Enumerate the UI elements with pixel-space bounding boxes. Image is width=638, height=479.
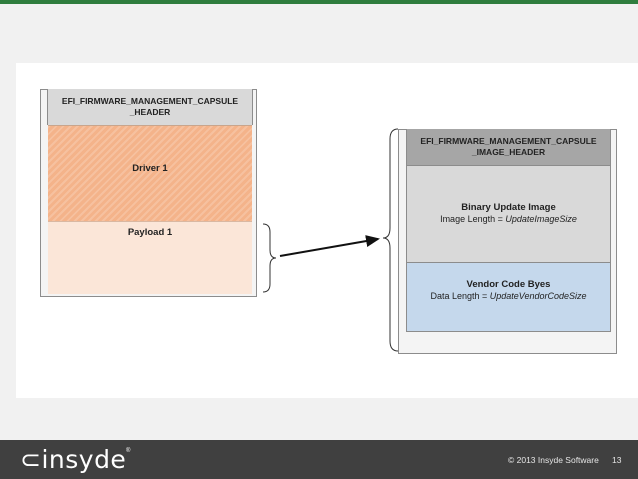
payload-brace bbox=[262, 223, 277, 293]
mapping-arrow bbox=[279, 235, 380, 257]
registered-mark: ® bbox=[126, 448, 131, 454]
insyde-logo: ⊂insyde bbox=[20, 445, 126, 474]
connector-overlay bbox=[262, 128, 399, 352]
image-brace bbox=[382, 128, 399, 352]
insyde-logo-swirl-icon: ⊂ bbox=[20, 445, 42, 474]
insyde-logo-text: insyde bbox=[41, 445, 127, 474]
copyright-text: © 2013 Insyde Software bbox=[508, 455, 599, 465]
page-number: 13 bbox=[612, 455, 622, 465]
